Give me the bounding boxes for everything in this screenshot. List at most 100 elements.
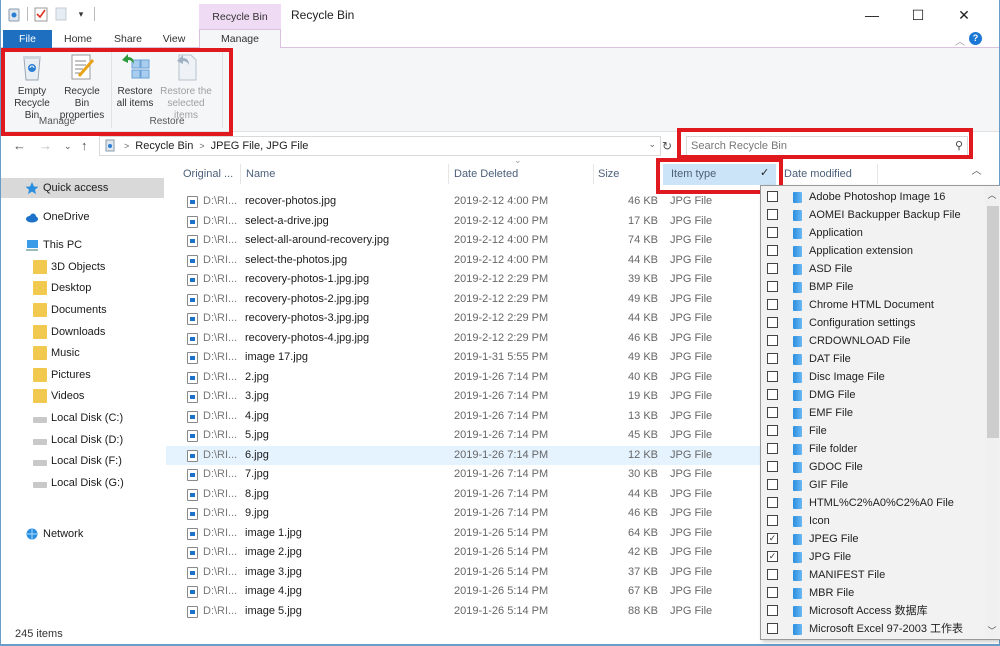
file-row[interactable]: D:\RI... image 2.jpg 2019-1-26 5:14 PM 42 K…: [166, 543, 761, 563]
filter-option[interactable]: GDOC File: [761, 458, 983, 476]
file-row[interactable]: D:\RI... recovery-photos-2.jpg.jpg 2019-2-…: [166, 290, 761, 310]
filter-option[interactable]: DMG File: [761, 386, 983, 404]
column-divider[interactable]: [240, 164, 241, 184]
filter-option[interactable]: Microsoft Excel 97-2003 工作表: [761, 620, 983, 638]
file-row[interactable]: D:\RI... recover-photos.jpg 2019-2-12 4:00…: [166, 192, 761, 212]
nav-item-quick-access[interactable]: Quick access: [1, 178, 164, 198]
filter-checkbox[interactable]: [767, 479, 778, 490]
filter-checkbox[interactable]: [767, 443, 778, 454]
nav-item-3d-objects[interactable]: 3D Objects: [33, 257, 105, 277]
filter-checkbox[interactable]: [767, 227, 778, 238]
filter-option[interactable]: ✓ JPEG File: [761, 530, 983, 548]
file-row[interactable]: D:\RI... image 1.jpg 2019-1-26 5:14 PM 64 K…: [166, 524, 761, 544]
filter-option[interactable]: File folder: [761, 440, 983, 458]
column-header-original-location[interactable]: Original ...: [183, 162, 233, 186]
refresh-icon[interactable]: ↻: [662, 136, 676, 156]
filter-option[interactable]: Microsoft Access 数据库: [761, 602, 983, 620]
filter-checkbox[interactable]: [767, 407, 778, 418]
new-folder-icon[interactable]: [54, 6, 68, 22]
column-header-date-deleted[interactable]: Date Deleted: [454, 162, 518, 186]
column-divider[interactable]: [448, 164, 449, 184]
nav-item-local-disk-d[interactable]: Local Disk (D:): [33, 430, 123, 450]
tab-manage[interactable]: Manage: [199, 29, 281, 48]
file-row[interactable]: D:\RI... recovery-photos-4.jpg.jpg 2019-2-…: [166, 329, 761, 349]
filter-checkbox[interactable]: [767, 191, 778, 202]
breadcrumb-separator-icon[interactable]: >: [199, 141, 204, 151]
nav-item-this-pc[interactable]: This PC: [25, 235, 82, 255]
filter-checkbox[interactable]: [767, 263, 778, 274]
nav-item-downloads[interactable]: Downloads: [33, 322, 105, 342]
breadcrumb-separator-icon[interactable]: >: [124, 141, 129, 151]
nav-item-local-disk-g[interactable]: Local Disk (G:): [33, 473, 124, 493]
file-row[interactable]: D:\RI... 8.jpg 2019-1-26 7:14 PM 44 KB JPG F…: [166, 485, 761, 505]
tab-view[interactable]: View: [153, 30, 195, 48]
filter-checkbox[interactable]: [767, 515, 778, 526]
scroll-down-icon[interactable]: ﹀: [986, 624, 998, 637]
filter-checkbox[interactable]: [767, 605, 778, 616]
filter-option[interactable]: MBR File: [761, 584, 983, 602]
nav-item-onedrive[interactable]: OneDrive: [25, 207, 89, 227]
file-row[interactable]: D:\RI... 3.jpg 2019-1-26 7:14 PM 19 KB JPG F…: [166, 387, 761, 407]
back-arrow-icon[interactable]: ←: [13, 138, 26, 153]
tab-file[interactable]: File: [3, 30, 52, 48]
column-divider[interactable]: [877, 164, 878, 184]
file-row[interactable]: D:\RI... select-all-around-recovery.jpg 20…: [166, 231, 761, 251]
filter-checkbox[interactable]: [767, 461, 778, 472]
file-row[interactable]: D:\RI... image 17.jpg 2019-1-31 5:55 PM 49 …: [166, 348, 761, 368]
column-divider[interactable]: [593, 164, 594, 184]
filter-option[interactable]: ✓ JPG File: [761, 548, 983, 566]
filter-checkbox[interactable]: [767, 497, 778, 508]
filter-checkbox[interactable]: [767, 317, 778, 328]
filter-checkbox[interactable]: ✓: [767, 533, 778, 544]
filter-checkbox[interactable]: [767, 209, 778, 220]
filter-option[interactable]: EMF File: [761, 404, 983, 422]
minimize-button[interactable]: —: [849, 0, 895, 30]
filter-checkbox[interactable]: [767, 335, 778, 346]
filter-checkbox[interactable]: [767, 245, 778, 256]
file-row[interactable]: D:\RI... 5.jpg 2019-1-26 7:14 PM 45 KB JPG F…: [166, 426, 761, 446]
file-row[interactable]: D:\RI... select-a-drive.jpg 2019-2-12 4:00…: [166, 212, 761, 232]
file-row[interactable]: D:\RI... 2.jpg 2019-1-26 7:14 PM 40 KB JPG F…: [166, 368, 761, 388]
recent-locations-chevron-icon[interactable]: ⌄: [64, 141, 72, 152]
up-arrow-icon[interactable]: ↑: [81, 138, 88, 153]
filter-option[interactable]: GIF File: [761, 476, 983, 494]
file-row[interactable]: D:\RI... image 4.jpg 2019-1-26 5:14 PM 67 K…: [166, 582, 761, 602]
filter-option[interactable]: Configuration settings: [761, 314, 983, 332]
file-row[interactable]: D:\RI... 7.jpg 2019-1-26 7:14 PM 30 KB JPG F…: [166, 465, 761, 485]
filter-checkbox[interactable]: [767, 587, 778, 598]
filter-option[interactable]: AOMEI Backupper Backup File: [761, 206, 983, 224]
nav-item-documents[interactable]: Documents: [33, 300, 107, 320]
file-row[interactable]: D:\RI... recovery-photos-1.jpg.jpg 2019-2-…: [166, 270, 761, 290]
filter-option[interactable]: BMP File: [761, 278, 983, 296]
tab-share[interactable]: Share: [107, 30, 149, 48]
help-icon[interactable]: ?: [969, 32, 982, 45]
filter-checkbox[interactable]: [767, 569, 778, 580]
customize-qat-icon[interactable]: ▾: [74, 6, 88, 22]
filter-option[interactable]: CRDOWNLOAD File: [761, 332, 983, 350]
nav-item-local-disk-c[interactable]: Local Disk (C:): [33, 408, 123, 428]
nav-item-local-disk-f[interactable]: Local Disk (F:): [33, 451, 122, 471]
filter-option[interactable]: Adobe Photoshop Image 16: [761, 188, 983, 206]
address-dropdown-icon[interactable]: ⌄: [648, 139, 656, 150]
filter-option[interactable]: Application extension: [761, 242, 983, 260]
filter-option[interactable]: MANIFEST File: [761, 566, 983, 584]
filter-option[interactable]: Disc Image File: [761, 368, 983, 386]
filter-option[interactable]: Chrome HTML Document: [761, 296, 983, 314]
file-row[interactable]: D:\RI... select-the-photos.jpg 2019-2-12 4…: [166, 251, 761, 271]
nav-item-videos[interactable]: Videos: [33, 386, 84, 406]
filter-checkbox[interactable]: [767, 353, 778, 364]
file-row[interactable]: D:\RI... 6.jpg 2019-1-26 7:14 PM 12 KB JPG F…: [166, 445, 761, 465]
filter-checkbox[interactable]: [767, 299, 778, 310]
nav-item-network[interactable]: Network: [25, 524, 83, 544]
column-header-date-modified[interactable]: Date modified: [784, 162, 852, 186]
forward-arrow-icon[interactable]: →: [39, 138, 52, 153]
tab-home[interactable]: Home: [57, 30, 99, 48]
filter-option[interactable]: File: [761, 422, 983, 440]
nav-item-desktop[interactable]: Desktop: [33, 278, 91, 298]
column-header-name[interactable]: Name: [246, 162, 275, 186]
filter-option[interactable]: Application: [761, 224, 983, 242]
file-row[interactable]: D:\RI... 4.jpg 2019-1-26 7:14 PM 13 KB JPG F…: [166, 407, 761, 427]
close-button[interactable]: ✕: [941, 0, 987, 30]
file-row[interactable]: D:\RI... 9.jpg 2019-1-26 7:14 PM 46 KB JPG F…: [166, 504, 761, 524]
filter-checkbox[interactable]: [767, 281, 778, 292]
